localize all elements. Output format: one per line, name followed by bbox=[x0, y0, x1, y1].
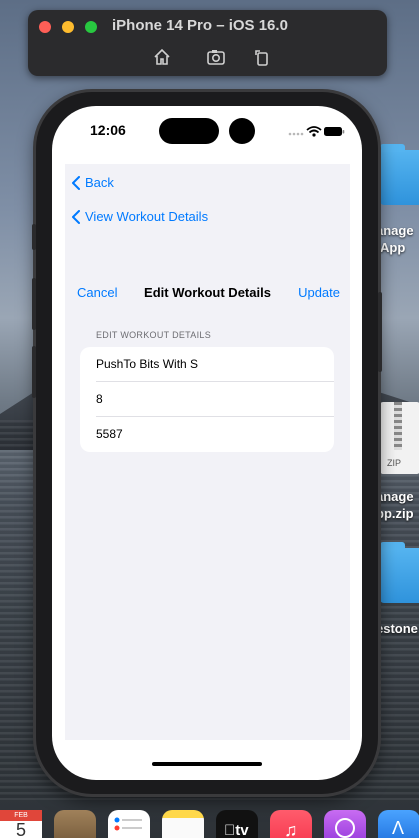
screenshot-icon[interactable] bbox=[206, 47, 226, 67]
field-value: 8 bbox=[96, 392, 103, 406]
workout-number-field[interactable]: 8 bbox=[80, 382, 334, 417]
app-content: Back View Workout Details Edit Workout D… bbox=[65, 164, 350, 740]
home-icon[interactable] bbox=[152, 47, 172, 67]
simulator-toolbar: iPhone 14 Pro – iOS 16.0 bbox=[28, 10, 387, 76]
back-label: Back bbox=[85, 175, 114, 190]
update-button[interactable]: Update bbox=[298, 285, 340, 300]
folder-icon[interactable] bbox=[380, 542, 419, 603]
wifi-icon bbox=[306, 126, 322, 137]
battery-icon bbox=[324, 127, 345, 136]
zipper-graphic bbox=[394, 402, 402, 450]
music-icon[interactable]: ♫ bbox=[270, 810, 312, 838]
back-button[interactable]: Back bbox=[71, 175, 114, 190]
dynamic-island bbox=[159, 118, 219, 144]
chevron-left-icon bbox=[72, 175, 80, 190]
view-workout-details-back-button[interactable]: View Workout Details bbox=[71, 209, 208, 224]
cellular-icon bbox=[288, 132, 304, 136]
zip-file-icon[interactable]: ZIP bbox=[380, 402, 419, 474]
folder-icon[interactable] bbox=[380, 144, 419, 205]
home-indicator[interactable] bbox=[152, 762, 262, 766]
section-header: EDIT WORKOUT DETAILS bbox=[96, 330, 212, 340]
zip-badge: ZIP bbox=[387, 458, 402, 468]
phone-screen: 12:06 Back View Workout Details Edit Wor… bbox=[52, 106, 362, 780]
zoom-window-button[interactable] bbox=[85, 21, 97, 33]
form-navigation-bar: Edit Workout Details Cancel Update bbox=[65, 285, 350, 305]
power-button bbox=[378, 292, 382, 372]
rotate-icon[interactable] bbox=[252, 47, 272, 67]
close-window-button[interactable] bbox=[39, 21, 51, 33]
simulator-title: iPhone 14 Pro – iOS 16.0 bbox=[112, 17, 288, 34]
iphone-frame: 12:06 Back View Workout Details Edit Wor… bbox=[32, 92, 382, 794]
notes-icon[interactable] bbox=[162, 810, 204, 838]
volume-up-button bbox=[32, 278, 36, 330]
volume-down-button bbox=[32, 346, 36, 398]
podcasts-icon[interactable] bbox=[324, 810, 366, 838]
status-time: 12:06 bbox=[90, 122, 126, 138]
reminders-icon[interactable] bbox=[108, 810, 150, 838]
status-icons bbox=[288, 124, 346, 138]
tv-label: tv bbox=[224, 822, 248, 838]
desktop-item-label[interactable]: anage pp.zip bbox=[376, 488, 414, 522]
desktop-item-label[interactable]: anage App bbox=[376, 222, 414, 256]
view-workout-label: View Workout Details bbox=[85, 209, 209, 224]
form-section: PushTo Bits With S 8 5587 bbox=[80, 347, 334, 452]
field-value: 5587 bbox=[96, 427, 123, 441]
workout-value-field[interactable]: 5587 bbox=[80, 417, 334, 452]
calendar-day: 5 bbox=[15, 820, 26, 838]
chevron-left-icon bbox=[72, 209, 80, 224]
tv-icon[interactable]: tv bbox=[216, 810, 258, 838]
desktop-item-label[interactable]: estone bbox=[376, 620, 418, 637]
calendar-icon[interactable]: FEB 5 bbox=[0, 810, 42, 838]
action-button bbox=[32, 224, 36, 250]
passwords-icon[interactable] bbox=[54, 810, 96, 838]
field-value: PushTo Bits With S bbox=[96, 357, 199, 371]
workout-name-field[interactable]: PushTo Bits With S bbox=[80, 347, 334, 382]
minimize-window-button[interactable] bbox=[62, 21, 74, 33]
cancel-button[interactable]: Cancel bbox=[77, 285, 117, 300]
front-camera bbox=[229, 118, 255, 144]
xcode-icon[interactable]: Λ bbox=[378, 810, 419, 838]
